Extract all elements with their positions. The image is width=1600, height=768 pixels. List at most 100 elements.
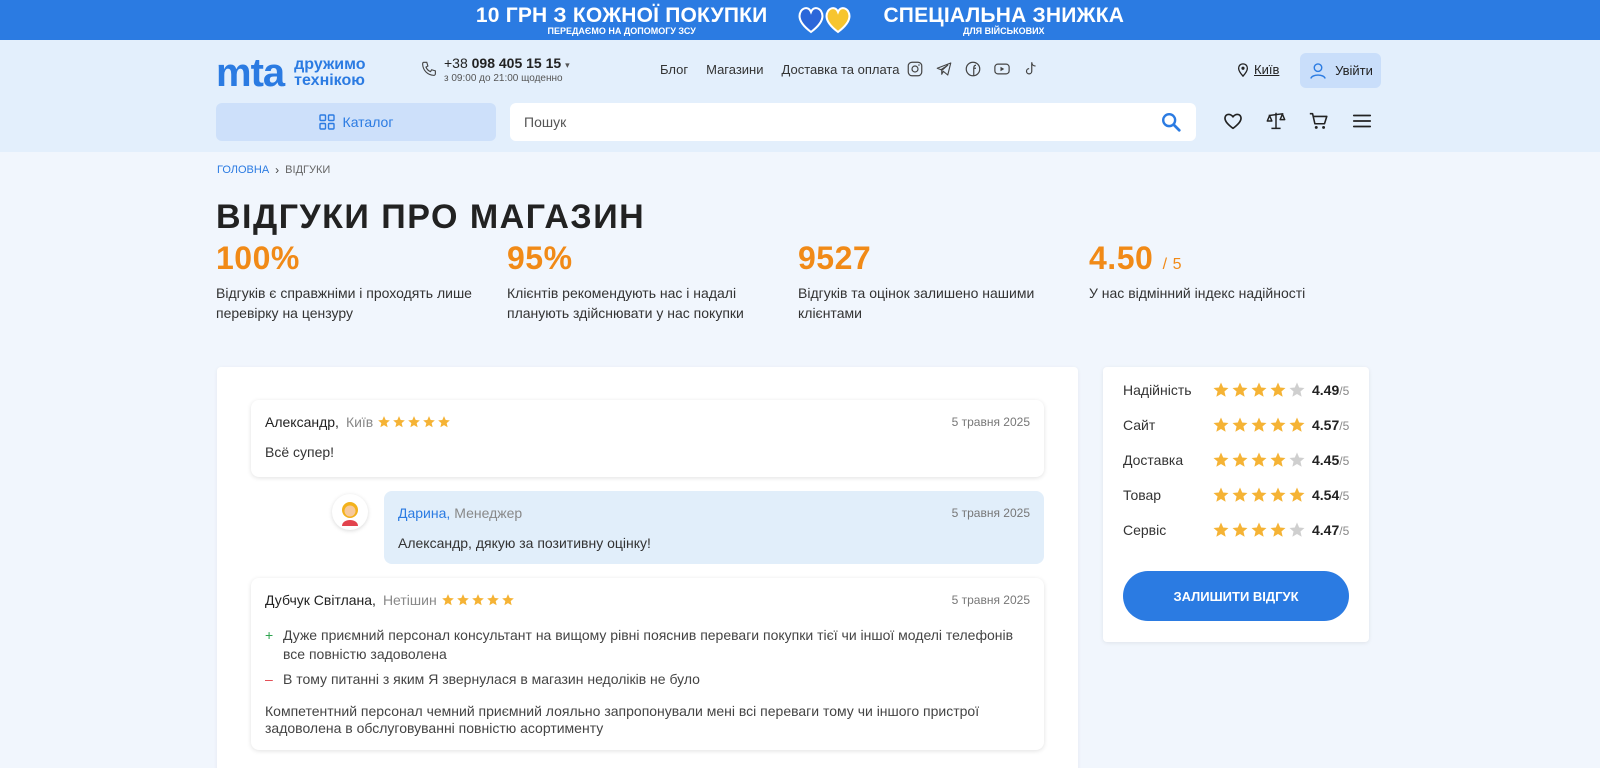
rating-number: 4.49 [1312,382,1340,398]
star-icon [501,594,514,606]
star-icon [393,416,406,428]
tiktok-icon[interactable] [1022,60,1040,78]
review-card: Александр, Київ 5 травня 2025 Всё супер! [251,400,1044,477]
star-icon [1289,487,1305,502]
stats-row: 100% Відгуків є справжніми і проходять л… [216,240,1380,323]
star-icon [486,594,499,606]
star-icon [1232,522,1248,537]
stat-value: 100% [216,240,507,277]
star-icon [1213,452,1229,467]
logo[interactable]: mta дружимо технікою [216,53,366,93]
search-bar [510,103,1196,141]
avatar [332,494,368,530]
page-title: ВІДГУКИ ПРО МАГАЗИН [216,198,646,236]
stat-item: 95% Клієнтів рекомендують нас і надалі п… [507,240,798,323]
star-icon [456,594,469,606]
review-header: Дубчук Світлана, Нетішин 5 травня 2025 [265,592,1030,608]
phone-number[interactable]: +38 098 405 15 15 ▾ [444,55,570,71]
leave-review-button[interactable]: ЗАЛИШИТИ ВІДГУК [1123,571,1349,621]
telegram-icon[interactable] [935,60,953,78]
star-icon [441,594,454,606]
promo-banner[interactable]: 10 ГРН З КОЖНОЇ ПОКУПКИ ПЕРЕДАЄМО НА ДОП… [0,0,1600,40]
rating-number: 4.57 [1312,417,1340,433]
rating-value: 4.47/5 [1312,522,1349,538]
promo-military: СПЕЦІАЛЬНА ЗНИЖКА ДЛЯ ВІЙСЬКОВИХ [883,5,1124,36]
search-icon[interactable] [1160,111,1182,133]
compare-scales-icon[interactable] [1265,110,1287,132]
review-stars [441,593,515,607]
star-icon [1251,487,1267,502]
review-card: Дубчук Світлана, Нетішин 5 травня 2025 +… [251,578,1044,750]
star-icon [1270,487,1286,502]
login-button[interactable]: Увійти [1300,53,1381,88]
breadcrumb-home[interactable]: ГОЛОВНА [217,164,269,176]
search-input[interactable] [524,114,1160,130]
rating-stars [1212,521,1306,539]
promo-military-subtitle: ДЛЯ ВІЙСЬКОВИХ [962,25,1045,36]
promo-donation: 10 ГРН З КОЖНОЇ ПОКУПКИ ПЕРЕДАЄМО НА ДОП… [476,5,768,36]
review-author: Дубчук Світлана, [265,592,376,608]
stat-value: 9527 [798,240,1089,277]
reply-text: Александр, дякую за позитивну оцінку! [398,535,651,551]
review-city: Київ [345,414,374,430]
nav-stores[interactable]: Магазини [706,62,763,77]
stat-description: У нас відмінний індекс надійності [1089,285,1306,301]
star-icon [1270,382,1286,397]
youtube-icon[interactable] [993,60,1011,78]
nav-blog[interactable]: Блог [660,62,688,77]
star-icon [1289,452,1305,467]
star-icon [1213,487,1229,502]
star-icon [1270,452,1286,467]
phone-block[interactable]: +38 098 405 15 15 ▾ з 09:00 до 21:00 щод… [420,55,570,84]
rating-scale: /5 [1339,419,1350,433]
city-selector[interactable]: Київ [1237,62,1279,77]
review-header: Александр, Київ 5 травня 2025 [265,414,1030,430]
review-date: 5 травня 2025 [951,593,1030,607]
star-icon [1213,417,1229,432]
stat-value: 95% [507,240,798,277]
review-cons-text: В тому питанні з яким Я звернулася в маг… [283,671,700,687]
star-icon [1289,417,1305,432]
logo-tagline: дружимо технікою [294,57,365,89]
header-actions [1222,110,1373,132]
star-icon [471,594,484,606]
catalog-button[interactable]: Каталог [216,103,496,141]
star-icon [1213,382,1229,397]
stat-number: 9527 [798,240,872,276]
rating-scale: /5 [1339,384,1350,398]
phone-icon [422,61,436,76]
rating-number: 4.54 [1312,487,1340,503]
star-icon [378,416,391,428]
stat-description: Клієнтів рекомендують нас і надалі плану… [507,285,744,321]
cart-icon[interactable] [1308,110,1330,132]
nav-delivery-payment[interactable]: Доставка та оплата [782,62,900,77]
stat-suffix: / 5 [1162,256,1182,273]
stat-description: Відгуків є справжніми і проходять лише п… [216,285,472,321]
rating-value: 4.45/5 [1312,452,1349,468]
promo-donation-title: 10 ГРН З КОЖНОЇ ПОКУПКИ [475,3,768,27]
top-nav: Блог Магазини Доставка та оплата [660,62,899,77]
rating-value: 4.54/5 [1312,487,1349,503]
rating-value: 4.57/5 [1312,417,1349,433]
heart-icon[interactable] [1222,110,1244,132]
rating-label: Сервіс [1123,522,1167,538]
rating-row: Надійність 4.49/5 [1123,381,1353,399]
phone-prefix: +38 [444,55,468,71]
menu-icon[interactable] [1351,110,1373,132]
manager-reply: Дарина, Менеджер 5 травня 2025 Александр… [384,491,1044,564]
rating-label: Сайт [1123,417,1156,433]
rating-scale: /5 [1339,489,1350,503]
star-icon [1251,452,1267,467]
rating-label: Надійність [1123,382,1192,398]
instagram-icon[interactable] [906,60,924,78]
plus-icon: + [265,627,274,643]
logo-tagline-line-1: дружимо [294,56,366,73]
rating-stars [1212,381,1306,399]
stat-number: 95% [507,240,573,276]
review-city: Нетішин [382,592,437,608]
chevron-down-icon[interactable]: ▾ [565,60,570,70]
facebook-icon[interactable] [964,60,982,78]
review-stars [377,415,451,429]
star-icon [1270,417,1286,432]
stat-value: 4.50 / 5 [1089,240,1380,277]
